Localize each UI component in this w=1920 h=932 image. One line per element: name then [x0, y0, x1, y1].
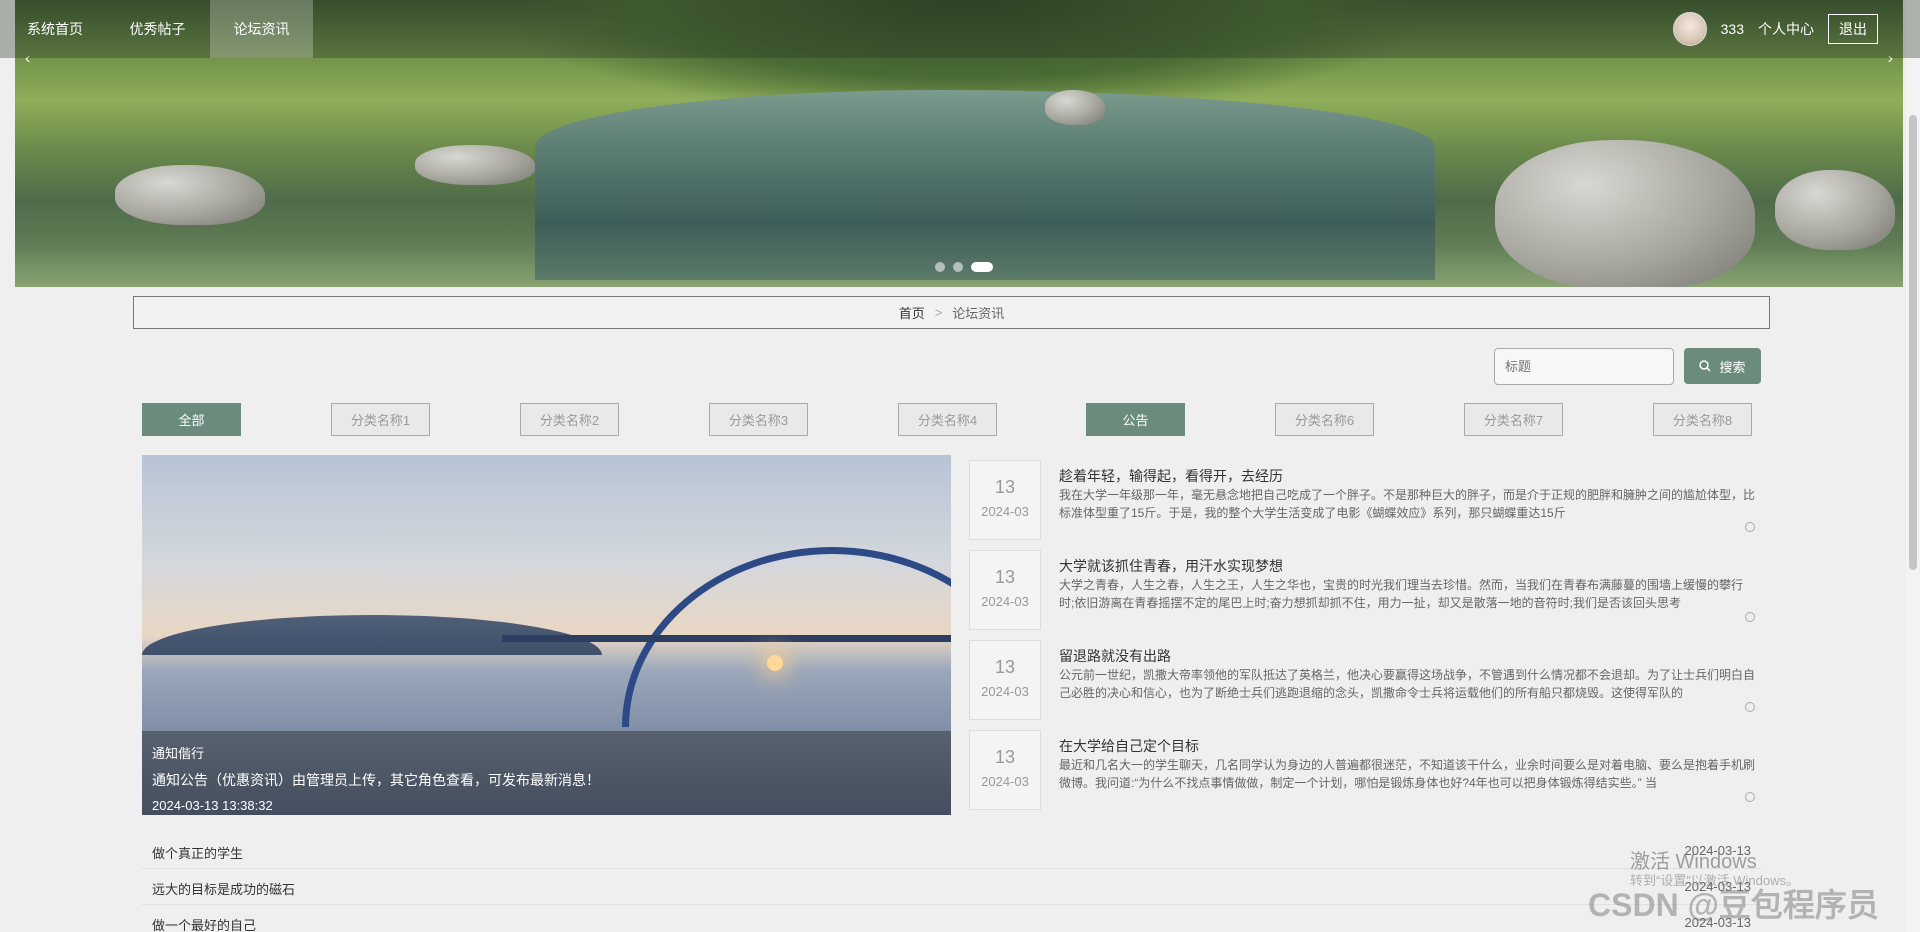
category-announcement[interactable]: 公告 — [1086, 403, 1185, 436]
view-icon — [1745, 612, 1755, 622]
news-title[interactable]: 大学就该抓住青春，用汗水实现梦想 — [1059, 556, 1283, 576]
search-button-label: 搜索 — [1719, 359, 1746, 375]
news-day: 13 — [994, 747, 1016, 767]
banner-rock — [415, 145, 535, 185]
list-item-title[interactable]: 做一个最好的自己 — [152, 915, 256, 932]
featured-category: 通知偕行 — [152, 746, 205, 761]
breadcrumb: 首页 > 论坛资讯 — [133, 296, 1770, 329]
category-item[interactable]: 分类名称1 — [331, 403, 430, 436]
news-description: 公元前一世纪，凯撒大帝率领他的军队抵达了英格兰，他决心要赢得这场战争，不管遇到什… — [1059, 668, 1755, 700]
search-input[interactable] — [1494, 348, 1674, 385]
news-date-box: 13 2024-03 — [969, 640, 1041, 720]
list-item[interactable]: 做个真正的学生 2024-03-13 — [142, 833, 1761, 869]
top-navbar: 系统首页 优秀帖子 论坛资讯 333 个人中心 退出 — [0, 0, 1920, 58]
page-scrollbar[interactable] — [1906, 0, 1920, 932]
csdn-watermark: CSDN @豆包程序员 — [1588, 887, 1879, 923]
view-icon — [1745, 522, 1755, 532]
banner-rock — [1775, 170, 1895, 250]
news-title[interactable]: 在大学给自己定个目标 — [1059, 736, 1199, 756]
breadcrumb-home[interactable]: 首页 — [899, 303, 925, 322]
category-item[interactable]: 分类名称2 — [520, 403, 619, 436]
carousel-dot-active[interactable] — [971, 262, 993, 272]
view-icon — [1745, 702, 1755, 712]
category-item[interactable]: 分类名称7 — [1464, 403, 1563, 436]
news-day: 13 — [994, 477, 1016, 497]
carousel-indicators — [935, 262, 993, 272]
nav-forum-news[interactable]: 论坛资讯 — [210, 0, 313, 58]
news-item[interactable]: 13 2024-03 留退路就没有出路 公元前一世纪，凯撒大帝率领他的军队抵达了… — [969, 640, 1759, 720]
news-item[interactable]: 13 2024-03 大学就该抓住青春，用汗水实现梦想 大学之青春，人生之春，人… — [969, 550, 1759, 630]
nav-home[interactable]: 系统首页 — [0, 0, 110, 58]
profile-link[interactable]: 个人中心 — [1758, 19, 1814, 39]
featured-sun — [767, 655, 783, 671]
news-date-box: 13 2024-03 — [969, 730, 1041, 810]
featured-title[interactable]: 通知公告（优惠资讯）由管理员上传，其它角色查看，可发布最新消息！ — [152, 770, 941, 790]
featured-caption: 通知偕行 通知公告（优惠资讯）由管理员上传，其它角色查看，可发布最新消息！ 20… — [142, 731, 951, 815]
news-year-month: 2024-03 — [981, 594, 1029, 609]
category-item[interactable]: 分类名称3 — [709, 403, 808, 436]
search-icon — [1699, 360, 1712, 372]
search-button[interactable]: 搜索 — [1684, 348, 1761, 384]
category-item[interactable]: 分类名称6 — [1275, 403, 1374, 436]
avatar[interactable] — [1672, 12, 1707, 46]
carousel-dot[interactable] — [953, 262, 963, 272]
breadcrumb-separator-icon: > — [934, 305, 943, 320]
news-item[interactable]: 13 2024-03 在大学给自己定个目标 最近和几名大一的学生聊天，几名同学认… — [969, 730, 1759, 810]
featured-bridge-deck — [502, 635, 951, 642]
featured-datetime: 2024-03-13 13:38:32 — [152, 798, 273, 813]
username: 333 — [1720, 21, 1744, 37]
logout-button[interactable]: 退出 — [1828, 14, 1878, 44]
news-description: 大学之青春，人生之春，人生之王，人生之华也，宝贵的时光我们理当去珍惜。然而，当我… — [1059, 578, 1744, 610]
list-item[interactable]: 远大的目标是成功的磁石 2024-03-13 — [142, 869, 1761, 905]
category-item[interactable]: 分类名称4 — [898, 403, 997, 436]
news-year-month: 2024-03 — [981, 774, 1029, 789]
news-title[interactable]: 留退路就没有出路 — [1059, 646, 1171, 666]
banner-rock — [115, 165, 265, 225]
banner-water — [535, 90, 1435, 280]
banner-rock — [1045, 90, 1105, 125]
breadcrumb-current: 论坛资讯 — [952, 306, 1005, 321]
news-title[interactable]: 趁着年轻，输得起，看得开，去经历 — [1059, 466, 1283, 486]
nav-excellent-posts[interactable]: 优秀帖子 — [105, 0, 210, 58]
news-year-month: 2024-03 — [981, 684, 1029, 699]
news-date-box: 13 2024-03 — [969, 460, 1041, 540]
featured-news-card[interactable]: 通知偕行 通知公告（优惠资讯）由管理员上传，其它角色查看，可发布最新消息！ 20… — [142, 455, 951, 815]
list-item[interactable]: 做一个最好的自己 2024-03-13 — [142, 905, 1761, 932]
carousel-dot[interactable] — [935, 262, 945, 272]
list-item-title[interactable]: 远大的目标是成功的磁石 — [152, 879, 295, 898]
news-year-month: 2024-03 — [981, 504, 1029, 519]
list-item-title[interactable]: 做个真正的学生 — [152, 843, 243, 862]
news-day: 13 — [994, 567, 1016, 587]
news-date-box: 13 2024-03 — [969, 550, 1041, 630]
view-icon — [1745, 792, 1755, 802]
news-day: 13 — [994, 657, 1016, 677]
news-item[interactable]: 13 2024-03 趁着年轻，输得起，看得开，去经历 我在大学一年级那一年，毫… — [969, 460, 1759, 540]
banner-rock — [1495, 140, 1755, 287]
category-all[interactable]: 全部 — [142, 403, 241, 436]
category-item[interactable]: 分类名称8 — [1653, 403, 1752, 436]
news-description: 我在大学一年级那一年，毫无悬念地把自己吃成了一个胖子。不是那种巨大的胖子，而是介… — [1059, 488, 1755, 520]
scrollbar-thumb[interactable] — [1909, 115, 1917, 570]
news-description: 最近和几名大一的学生聊天，几名同学认为身边的人普遍都很迷茫，不知道该干什么，业余… — [1059, 758, 1755, 790]
user-area: 333 个人中心 退出 — [1672, 12, 1878, 46]
